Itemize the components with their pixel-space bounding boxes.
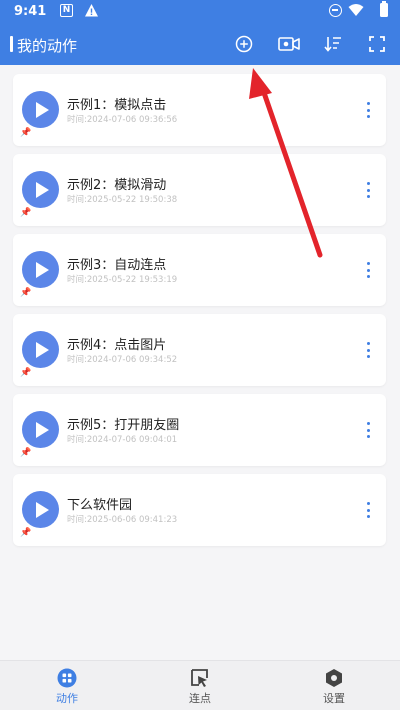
action-card[interactable]: 📌 示例1：模拟点击 时间:2024-07-06 09:36:56 [13,74,386,146]
add-circle-icon [235,35,253,53]
notification-n-icon: N [60,4,73,17]
page-title: 我的动作 [17,37,78,55]
fullscreen-button[interactable] [364,32,390,56]
tab-label: 动作 [56,692,78,705]
action-card[interactable]: 📌 示例3：自动连点 时间:2025-05-22 19:53:19 [13,234,386,306]
pin-icon[interactable]: 📌 [20,448,31,458]
play-icon[interactable] [22,491,59,528]
pin-icon[interactable]: 📌 [20,208,31,218]
action-title: 下么软件园 [67,498,133,513]
action-time: 时间:2025-05-22 19:53:19 [67,275,178,285]
action-time: 时间:2024-07-06 09:04:01 [67,435,178,445]
tab-actions[interactable]: 动作 [17,661,117,710]
record-video-icon [278,37,300,51]
play-icon[interactable] [22,171,59,208]
action-time: 时间:2024-07-06 09:34:52 [67,355,178,365]
tab-label: 连点 [189,692,211,705]
fullscreen-icon [369,36,385,52]
title-accent-bar [10,36,13,52]
record-action-button[interactable] [276,32,302,56]
more-menu-icon[interactable] [363,100,373,120]
action-time: 时间:2025-05-22 19:50:38 [67,195,178,205]
bottom-tab-bar: 动作 连点 设置 [0,660,400,710]
play-icon[interactable] [22,331,59,368]
app-header: 9:41 N 我的动作 [0,0,400,65]
actions-grid-icon [57,668,77,688]
sort-button[interactable] [320,32,346,56]
tab-label: 设置 [323,692,345,705]
action-title: 示例3：自动连点 [67,258,167,273]
more-menu-icon[interactable] [363,420,373,440]
tab-settings[interactable]: 设置 [284,661,384,710]
play-icon[interactable] [22,251,59,288]
action-card[interactable]: 📌 示例2：模拟滑动 时间:2025-05-22 19:50:38 [13,154,386,226]
play-icon[interactable] [22,411,59,448]
play-icon[interactable] [22,91,59,128]
title-bar: 我的动作 [0,24,400,65]
more-menu-icon[interactable] [363,500,373,520]
cursor-click-icon [191,669,208,687]
pin-icon[interactable]: 📌 [20,128,31,138]
tab-click[interactable]: 连点 [150,661,250,710]
more-menu-icon[interactable] [363,180,373,200]
action-title: 示例1：模拟点击 [67,98,167,113]
action-card[interactable]: 📌 示例5：打开朋友圈 时间:2024-07-06 09:04:01 [13,394,386,466]
battery-icon [380,1,388,17]
more-menu-icon[interactable] [363,340,373,360]
action-card[interactable]: 📌 示例4：点击图片 时间:2024-07-06 09:34:52 [13,314,386,386]
pin-icon[interactable]: 📌 [20,528,31,538]
more-menu-icon[interactable] [363,260,373,280]
warning-icon [85,4,98,17]
action-card[interactable]: 📌 下么软件园 时间:2025-06-06 09:41:23 [13,474,386,546]
pin-icon[interactable]: 📌 [20,368,31,378]
settings-hex-icon [326,669,342,687]
action-title: 示例5：打开朋友圈 [67,418,180,433]
do-not-disturb-icon [329,4,342,17]
sort-icon [324,37,341,52]
action-time: 时间:2025-06-06 09:41:23 [67,515,178,525]
action-time: 时间:2024-07-06 09:36:56 [67,115,178,125]
action-title: 示例2：模拟滑动 [67,178,167,193]
status-time: 9:41 [14,4,47,19]
status-bar: 9:41 N [0,0,400,24]
wifi-icon [348,4,364,16]
add-action-button[interactable] [231,32,257,56]
pin-icon[interactable]: 📌 [20,288,31,298]
action-title: 示例4：点击图片 [67,338,167,353]
